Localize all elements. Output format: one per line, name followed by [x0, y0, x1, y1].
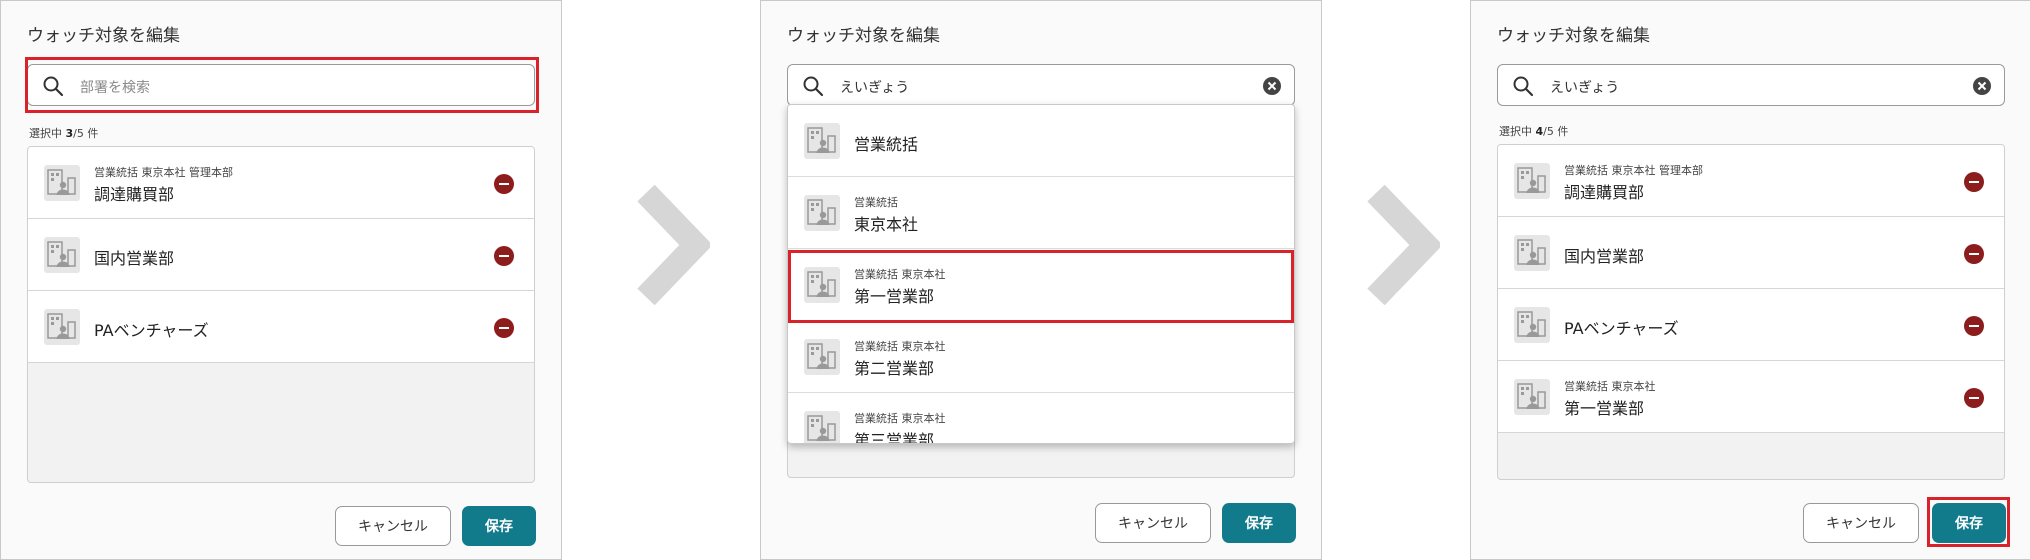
list-item: 国内営業部: [28, 219, 534, 291]
remove-icon[interactable]: [1964, 172, 1984, 192]
remove-icon[interactable]: [1964, 316, 1984, 336]
remove-icon[interactable]: [494, 174, 514, 194]
result-item[interactable]: 営業統括 東京本社: [788, 177, 1294, 249]
dialog-title: ウォッチ対象を編集: [1497, 26, 1650, 46]
item-name: 東京本社: [854, 215, 919, 234]
remove-icon[interactable]: [1964, 244, 1984, 264]
search-input[interactable]: えいぎょう: [787, 64, 1295, 106]
department-icon: [804, 267, 840, 303]
item-breadcrumb: 営業統括 東京本社: [854, 268, 946, 281]
chevron-right-icon: [637, 185, 710, 305]
item-name: 第三営業部: [854, 431, 935, 444]
list-item: 営業統括 東京本社 第一営業部: [1498, 361, 2004, 433]
dialog-step2: ウォッチ対象を編集 えいぎょう 営業統括 営業統括 東京本社 営業統括 東京本社…: [760, 0, 1322, 560]
list-item: 国内営業部: [1498, 217, 2004, 289]
remove-icon[interactable]: [494, 318, 514, 338]
selection-count: 選択中 4/5 件: [1499, 125, 1569, 138]
result-item[interactable]: 営業統括: [788, 105, 1294, 177]
search-icon: [802, 75, 824, 97]
list-item: PAベンチャーズ: [28, 291, 534, 363]
item-name: 国内営業部: [94, 249, 175, 268]
department-icon: [804, 339, 840, 375]
dialog-title: ウォッチ対象を編集: [787, 26, 940, 46]
list-item: PAベンチャーズ: [1498, 289, 2004, 361]
department-icon: [44, 237, 80, 273]
item-name: 調達購買部: [1564, 183, 1645, 202]
search-input[interactable]: えいぎょう: [1497, 64, 2005, 106]
result-item[interactable]: 営業統括 東京本社 第一営業部: [788, 249, 1294, 321]
cancel-button[interactable]: キャンセル: [1803, 503, 1919, 543]
item-name: 調達購買部: [94, 185, 175, 204]
search-icon: [42, 75, 64, 97]
department-icon: [1514, 235, 1550, 271]
department-icon: [1514, 163, 1550, 199]
item-name: PAベンチャーズ: [1564, 319, 1679, 338]
item-name: 第一営業部: [854, 287, 935, 306]
department-icon: [804, 411, 840, 443]
chevron-right-icon: [1367, 185, 1440, 305]
clear-icon[interactable]: [1262, 76, 1282, 96]
dialog-title: ウォッチ対象を編集: [27, 26, 180, 46]
remove-icon[interactable]: [494, 246, 514, 266]
item-name: 営業統括: [854, 135, 919, 154]
search-input[interactable]: 部署を検索: [27, 64, 535, 106]
search-results-dropdown: 営業統括 営業統括 東京本社 営業統括 東京本社 第一営業部 営業統括 東京本社…: [787, 104, 1295, 444]
item-breadcrumb: 営業統括 東京本社: [854, 340, 946, 353]
search-placeholder: 部署を検索: [80, 80, 150, 96]
save-button[interactable]: 保存: [462, 506, 536, 546]
department-icon: [44, 309, 80, 345]
dialog-step1: ウォッチ対象を編集 部署を検索 選択中 3/5 件 営業統括 東京本社 管理本部…: [0, 0, 562, 560]
department-icon: [804, 195, 840, 231]
list-item: 営業統括 東京本社 管理本部 調達購買部: [1498, 145, 2004, 217]
search-icon: [1512, 75, 1534, 97]
department-icon: [1514, 379, 1550, 415]
item-name: PAベンチャーズ: [94, 321, 209, 340]
search-value: えいぎょう: [1550, 80, 1620, 96]
result-item[interactable]: 営業統括 東京本社 第三営業部: [788, 393, 1294, 444]
selected-list: 営業統括 東京本社 管理本部 調達購買部 国内営業部 PAベンチャーズ: [27, 146, 535, 483]
item-breadcrumb: 営業統括 東京本社 管理本部: [1564, 164, 1703, 177]
item-name: 第二営業部: [854, 359, 935, 378]
item-breadcrumb: 営業統括 東京本社 管理本部: [94, 166, 233, 179]
dialog-step3: ウォッチ対象を編集 えいぎょう 選択中 4/5 件 営業統括 東京本社 管理本部…: [1470, 0, 2030, 560]
item-breadcrumb: 営業統括: [854, 196, 898, 209]
department-icon: [44, 165, 80, 201]
item-name: 第一営業部: [1564, 399, 1645, 418]
department-icon: [1514, 307, 1550, 343]
item-breadcrumb: 営業統括 東京本社: [854, 412, 946, 425]
selection-count: 選択中 3/5 件: [29, 127, 99, 140]
result-item[interactable]: 営業統括 東京本社 第二営業部: [788, 321, 1294, 393]
list-item: 営業統括 東京本社 管理本部 調達購買部: [28, 147, 534, 219]
department-icon: [804, 123, 840, 159]
selected-list: 営業統括 東京本社 管理本部 調達購買部 国内営業部 PAベンチャーズ 営業統括…: [1497, 144, 2005, 480]
item-name: 国内営業部: [1564, 247, 1645, 266]
save-button[interactable]: 保存: [1222, 503, 1296, 543]
save-button[interactable]: 保存: [1932, 503, 2006, 543]
cancel-button[interactable]: キャンセル: [1095, 503, 1211, 543]
search-value: えいぎょう: [840, 80, 910, 96]
item-breadcrumb: 営業統括 東京本社: [1564, 380, 1656, 393]
cancel-button[interactable]: キャンセル: [335, 506, 451, 546]
clear-icon[interactable]: [1972, 76, 1992, 96]
remove-icon[interactable]: [1964, 388, 1984, 408]
